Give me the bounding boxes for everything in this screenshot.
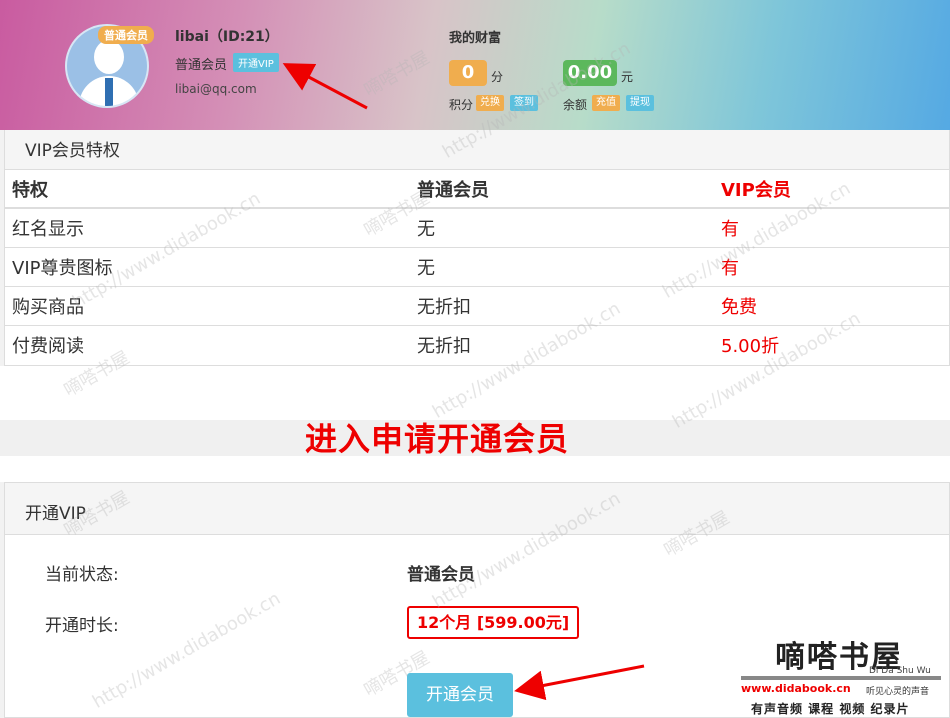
column-header: VIP会员 <box>721 170 950 209</box>
table-cell: 无 <box>417 207 721 247</box>
table-row: VIP尊贵图标 无 有 <box>5 246 950 286</box>
table-header-row: 特权 普通会员 VIP会员 <box>5 170 950 209</box>
table-cell: 有 <box>721 246 950 286</box>
user-email: libai@qq.com <box>175 82 257 96</box>
points-unit: 分 <box>491 70 504 84</box>
open-membership-button[interactable]: 开通会员 <box>407 673 513 717</box>
profile-banner: 普通会员 libai（ID:21） 普通会员 开通VIP libai@qq.co… <box>0 0 950 130</box>
table-row: 购买商品 无折扣 免费 <box>5 285 950 325</box>
table-cell: 付费阅读 <box>5 324 417 364</box>
status-value: 普通会员 <box>407 565 475 585</box>
recharge-button[interactable]: 充值 <box>592 95 620 111</box>
table-cell: 有 <box>721 207 950 247</box>
table-cell: 无 <box>417 246 721 286</box>
logo-slogan: 听见心灵的声音 <box>866 687 930 697</box>
column-header: 普通会员 <box>417 170 721 209</box>
privileges-table: 特权 普通会员 VIP会员 红名显示 无 有 VIP尊贵图标 无 有 购买商品 … <box>5 170 950 364</box>
points-label: 积分 <box>449 98 474 112</box>
duration-label: 开通时长: <box>45 616 119 636</box>
table-cell: 无折扣 <box>417 324 721 364</box>
logo-url: www.didabook.cn <box>741 682 851 695</box>
logo-tagline: 有声音频 课程 视频 纪录片 <box>751 702 910 716</box>
table-cell: 5.00折 <box>721 324 950 364</box>
duration-select[interactable]: 12个月 [599.00元] <box>407 606 580 639</box>
open-vip-button[interactable]: 开通VIP <box>233 53 279 72</box>
user-name: libai（ID:21） <box>175 29 279 45</box>
level-badge: 普通会员 <box>98 26 154 44</box>
panel-heading: 开通VIP <box>5 483 949 535</box>
exchange-button[interactable]: 兑换 <box>476 95 504 111</box>
user-level: 普通会员 <box>175 58 228 73</box>
site-logo-watermark: 嘀嗒书屋 Di Da Shu Wu www.didabook.cn 听见心灵的声… <box>735 632 950 718</box>
column-header: 特权 <box>5 170 417 209</box>
logo-pinyin: Di Da Shu Wu <box>869 666 931 676</box>
panel-heading: VIP会员特权 <box>5 130 949 170</box>
balance-label: 余额 <box>563 98 588 112</box>
wealth-title: 我的财富 <box>449 31 502 46</box>
page: 普通会员 libai（ID:21） 普通会员 开通VIP libai@qq.co… <box>0 0 950 718</box>
panel-title: VIP会员特权 <box>25 141 120 161</box>
withdraw-button[interactable]: 提现 <box>626 95 654 111</box>
table-row: 付费阅读 无折扣 5.00折 <box>5 324 950 364</box>
table-cell: 红名显示 <box>5 207 417 247</box>
status-label: 当前状态: <box>45 565 119 585</box>
table-row: 红名显示 无 有 <box>5 207 950 247</box>
balance-value: 0.00 <box>563 60 617 86</box>
annotation-text: 进入申请开通会员 <box>305 420 570 458</box>
table-cell: 购买商品 <box>5 285 417 325</box>
vip-privileges-panel: VIP会员特权 特权 普通会员 VIP会员 红名显示 无 有 VIP尊贵图标 无… <box>4 130 950 366</box>
table-cell: VIP尊贵图标 <box>5 246 417 286</box>
table-cell: 无折扣 <box>417 285 721 325</box>
points-value: 0 <box>449 60 487 86</box>
table-cell: 免费 <box>721 285 950 325</box>
panel-title: 开通VIP <box>25 504 86 524</box>
checkin-button[interactable]: 签到 <box>510 95 538 111</box>
balance-unit: 元 <box>621 70 634 84</box>
